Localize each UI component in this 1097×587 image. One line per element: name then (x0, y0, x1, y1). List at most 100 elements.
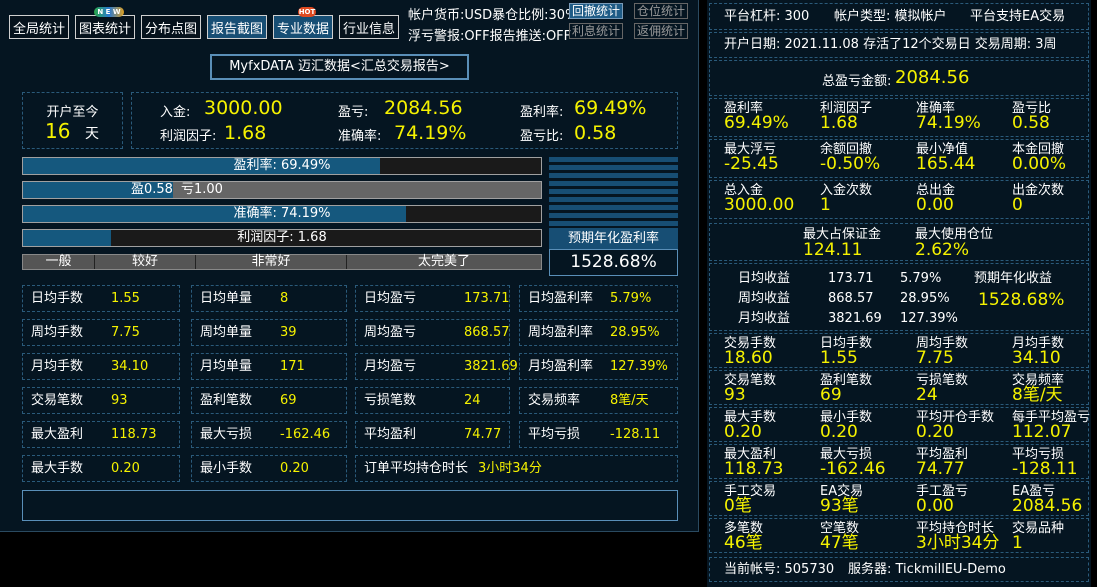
gauge-stripe (549, 181, 678, 186)
new-badge: N E W (94, 7, 124, 17)
accuracy-label: 准确率: (338, 129, 382, 144)
gauge-stripe (549, 157, 678, 162)
tab-global-stats[interactable]: 全局统计 (9, 15, 69, 39)
tab-distribution[interactable]: 分布点图 (141, 15, 201, 39)
right-stat-value: 69.49% (724, 113, 789, 133)
right-summary-panel: 平台杠杆: 300 帐户类型: 模拟帐户 平台支持EA交易 开户日期: 2021… (707, 0, 1091, 587)
tab-pro-data-label: 专业数据 (276, 21, 329, 37)
level-normal: 一般 (23, 255, 95, 269)
stat-cell: 盈利笔数 69 (191, 387, 347, 414)
empty-input-area[interactable] (22, 490, 678, 521)
annual-rate-label: 预期年化盈利率 (549, 228, 678, 249)
stat-cell: 平均盈利 74.77 (355, 421, 510, 448)
drawdown-stats-button[interactable]: 回撤统计 (569, 3, 624, 19)
stat-cell: 月均盈亏 3821.69 (355, 353, 518, 380)
deposit-value: 3000.00 (204, 97, 283, 119)
stat-value: 173.71 (464, 291, 510, 306)
right-stat-value: 3小时34分 (916, 533, 1000, 553)
stat-label: 月均盈亏 (364, 359, 417, 374)
stat-label: 平均亏损 (528, 427, 581, 442)
stat-value: 69 (280, 393, 297, 408)
stat-value: 0.20 (111, 461, 140, 476)
annual-income-label: 预期年化收益 (974, 271, 1053, 286)
income-rate: 28.95% (900, 291, 950, 306)
right-stat-value: 1.55 (820, 348, 858, 368)
max-margin-value: 124.11 (803, 240, 863, 260)
right-stat-value: 112.07 (1012, 422, 1072, 442)
stat-value: 39 (280, 325, 297, 340)
stat-min-lots: 最小手数 0.20 (191, 455, 347, 482)
right-stat-value: 74.77 (916, 459, 965, 479)
margin-row: 最大占保证金 124.11 最大使用仓位 2.62% (709, 223, 1089, 261)
right-stat-value: 46笔 (724, 533, 763, 553)
right-stat-value: 0.00 (916, 195, 954, 215)
stat-value: 7.75 (111, 325, 140, 340)
max-position-value: 2.62% (915, 240, 970, 260)
deposit-label: 入金: (160, 105, 191, 120)
summary-box: 入金: 3000.00 盈亏: 2084.56 盈利率: 69.49% 利润因子… (131, 92, 678, 149)
stat-label: 月均盈利率 (528, 359, 594, 374)
right-stat-value: 8笔/天 (1012, 385, 1063, 405)
drawdown-stats-wrap: 回撤统计 (569, 3, 624, 19)
interest-stats-button[interactable]: 利息统计 (569, 23, 624, 39)
income-label: 月均收益 (738, 311, 791, 326)
stat-value: 127.39% (610, 359, 668, 374)
right-stat-value: -162.46 (820, 459, 886, 479)
account-currency-info: 帐户货币:USD暴仓比例:30% (408, 8, 578, 23)
rebate-stats-wrap: 返佣统计 (634, 23, 689, 39)
profit-factor-value: 1.68 (224, 122, 267, 144)
days-unit: 天 (85, 126, 99, 142)
position-stats-button[interactable]: 仓位统计 (634, 3, 689, 19)
right-stat-value: 1.68 (820, 113, 858, 133)
alert-info: 浮亏警报:OFF报告推送:OFF (408, 29, 572, 44)
tab-report-screenshot[interactable]: 报告截图 (207, 15, 267, 39)
stat-value: 0.20 (280, 461, 309, 476)
income-row: 预期年化收益 1528.68% 日均收益 173.71 5.79% 周均收益 868.5… (709, 263, 1089, 331)
stat-label: 月均单量 (200, 359, 253, 374)
stat-value: 118.73 (111, 427, 157, 442)
open-date-row: 开户日期: 2021.11.08 存活了12个交易日 交易周期: 3周 (709, 32, 1089, 58)
right-stat-value: 34.10 (1012, 348, 1061, 368)
report-title: MyfxDATA 迈汇数据<汇总交易报告> (210, 54, 469, 80)
stat-value: -162.46 (280, 427, 331, 442)
tab-pro-data[interactable]: 专业数据 HOT (273, 7, 333, 39)
right-stat-value: 165.44 (916, 154, 976, 174)
right-stat-row: 盈利率 69.49% 利润因子 1.68 准确率 74.19% 盈亏比 0.58 (709, 98, 1089, 137)
stat-cell: 月均手数 34.10 (22, 353, 180, 380)
stat-value: 5.79% (610, 291, 652, 306)
right-stat-value: 69 (820, 385, 842, 405)
stat-label: 最大盈利 (31, 427, 84, 442)
right-stat-value: 0笔 (724, 496, 752, 516)
stat-label: 月均手数 (31, 359, 84, 374)
account-row: 当前帐号: 505730 服务器: TickmillEU-Demo (709, 557, 1089, 582)
since-open-label: 开户至今 (46, 105, 99, 120)
account-number: 当前帐号: 505730 (724, 562, 835, 577)
right-stat-value: 0.20 (916, 422, 954, 442)
rebate-stats-button[interactable]: 返佣统计 (634, 23, 689, 39)
stat-value: 8笔/天 (610, 393, 649, 408)
stat-label: 亏损笔数 (364, 393, 417, 408)
right-stat-value: 93笔 (820, 496, 859, 516)
level-very-good: 非常好 (196, 255, 347, 269)
right-stat-value: -128.11 (1012, 459, 1078, 479)
stat-value: 3821.69 (464, 359, 518, 374)
ea-support: 平台支持EA交易 (970, 9, 1066, 24)
gauge-stripe (549, 205, 678, 210)
profit-rate-label: 盈利率: (520, 105, 564, 120)
gauge-stripe (549, 213, 678, 218)
stat-label: 周均手数 (31, 325, 84, 340)
profit-rate-bar: 盈利率: 69.49% (22, 157, 542, 175)
tab-industry-info[interactable]: 行业信息 (339, 15, 399, 39)
pl-loss-text: 亏1.00 (181, 182, 223, 197)
right-stat-row: 多笔数 46笔 空笔数 47笔 平均持仓时长 3小时34分 交易品种 1 (709, 518, 1089, 553)
stat-value: 74.77 (464, 427, 502, 442)
stat-cell: 交易笔数 93 (22, 387, 180, 414)
right-stat-row: 最大浮亏 -25.45 余额回撤 -0.50% 最小净值 165.44 本金回撤 0.00% (709, 139, 1089, 178)
open-date: 开户日期: 2021.11.08 存活了12个交易日 交易周期: 3周 (724, 37, 1057, 52)
right-stat-value: 47笔 (820, 533, 859, 553)
stat-cell: 最大盈利 118.73 (22, 421, 180, 448)
stat-cell: 月均单量 171 (191, 353, 347, 380)
stat-cell: 平均亏损 -128.11 (519, 421, 678, 448)
gauge-stripe (549, 189, 678, 194)
tab-chart-stats[interactable]: 图表统计 N E W (75, 7, 135, 39)
